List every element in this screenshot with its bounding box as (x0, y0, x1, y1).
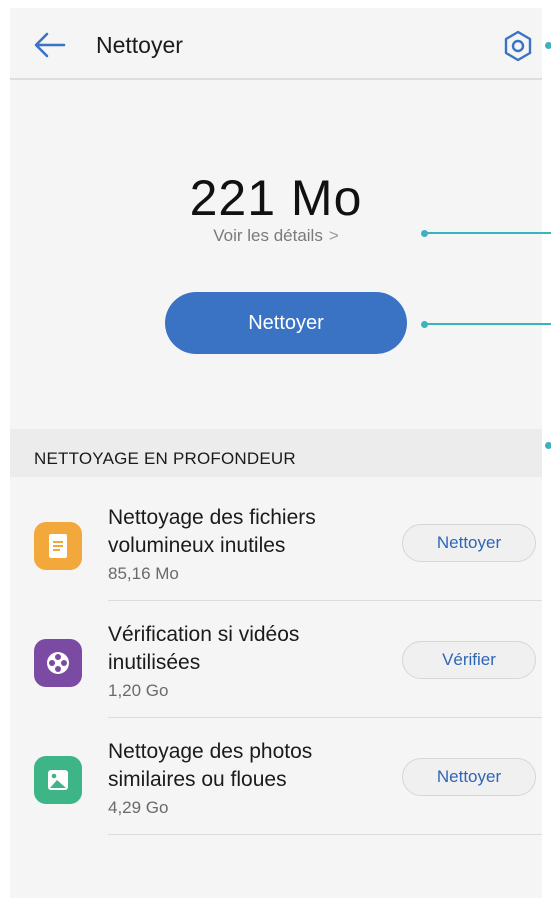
view-details-link[interactable]: Voir les détails > (10, 226, 542, 246)
clean-large-files-button[interactable]: Nettoyer (402, 524, 536, 562)
cleaner-screen: Nettoyer 221 Mo Voir les détails > Nettoy… (10, 8, 542, 898)
document-icon (34, 522, 82, 570)
gear-icon[interactable] (502, 30, 534, 62)
page-title: Nettoyer (96, 32, 183, 58)
item-size: 1,20 Go (108, 681, 169, 700)
section-title: NETTOYAGE EN PROFONDEUR (34, 449, 296, 468)
check-videos-button[interactable]: Vérifier (402, 641, 536, 679)
item-title: Nettoyage des photos similaires ou floue… (108, 740, 313, 791)
film-reel-icon (34, 639, 82, 687)
item-size: 4,29 Go (108, 798, 169, 817)
divider (108, 834, 542, 835)
clean-button[interactable]: Nettoyer (165, 292, 407, 354)
item-title: Vérification si vidéos inutilisées (108, 623, 300, 674)
deep-clean-section-header: NETTOYAGE EN PROFONDEUR (10, 429, 542, 477)
list-item-photos: Nettoyage des photos similaires ou floue… (10, 718, 542, 835)
chevron-right-icon: > (328, 226, 339, 245)
arrow-left-icon[interactable] (32, 30, 68, 60)
clean-photos-button[interactable]: Nettoyer (402, 758, 536, 796)
callout-dot (545, 442, 551, 449)
list-item-large-files: Nettoyage des fichiers volumineux inutil… (10, 484, 542, 601)
junk-size-value: 221 Mo (189, 170, 363, 226)
app-header: Nettoyer (10, 8, 542, 80)
item-title: Nettoyage des fichiers volumineux inutil… (108, 506, 316, 557)
callout-dot (545, 42, 551, 49)
callout-line (427, 323, 551, 325)
photo-icon (34, 756, 82, 804)
item-size: 85,16 Mo (108, 564, 179, 583)
list-item-videos: Vérification si vidéos inutilisées 1,20 … (10, 601, 542, 718)
callout-line (427, 232, 551, 234)
view-details-label: Voir les détails (213, 226, 323, 245)
